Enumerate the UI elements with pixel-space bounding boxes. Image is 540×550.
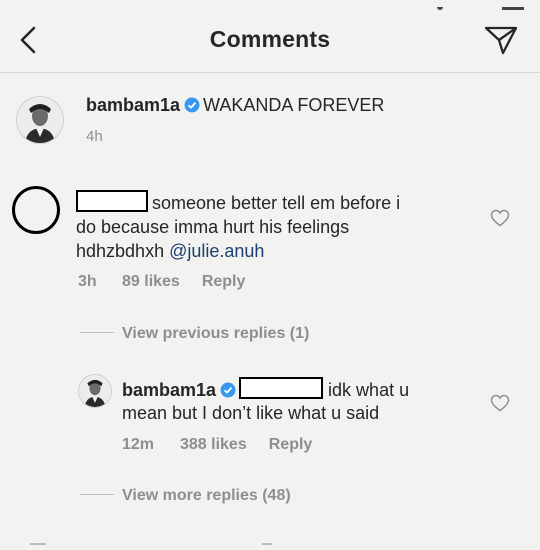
- reply-text-line2: mean but I don’t like what u said: [122, 403, 380, 423]
- view-more-replies[interactable]: View more replies (48): [80, 487, 291, 505]
- comment-likes[interactable]: 89 likes: [122, 273, 180, 291]
- comment-text-line3: hdhzbdhxh: [76, 241, 170, 261]
- comment-body: someone better tell em before i do becau…: [76, 190, 476, 263]
- verified-badge-icon: [220, 382, 236, 398]
- view-previous-replies[interactable]: View previous replies (1): [80, 325, 309, 343]
- post-caption: bambam1a WAKANDA FOREVER: [86, 94, 384, 116]
- reply-body: bambam1a idk what u mean but I don’t like…: [122, 377, 452, 425]
- reply-meta: 12m 388 likes Reply: [122, 436, 312, 454]
- mention-link[interactable]: @julie.anuh: [169, 241, 264, 261]
- comment-text-line1: someone better tell em before i: [152, 193, 401, 213]
- paper-plane-icon: [484, 26, 518, 55]
- share-button[interactable]: [484, 25, 518, 55]
- next-comment-peek: [0, 532, 540, 545]
- reply-likes[interactable]: 388 likes: [180, 436, 247, 454]
- reply-timestamp: 12m: [122, 436, 155, 453]
- commenter-avatar[interactable]: [12, 186, 60, 234]
- reply-reply-button[interactable]: Reply: [269, 436, 313, 454]
- view-more-replies-label: View more replies (48): [122, 487, 291, 504]
- reply-author-avatar[interactable]: [78, 374, 112, 408]
- page-title: Comments: [209, 26, 331, 52]
- comment-timestamp: 3h: [78, 273, 97, 290]
- like-comment-button[interactable]: [490, 209, 510, 227]
- post-username[interactable]: bambam1a: [86, 95, 180, 115]
- reply-username[interactable]: bambam1a: [122, 380, 216, 400]
- heart-icon: [490, 209, 510, 227]
- divider: [80, 494, 114, 495]
- reply-text-line1: idk what u: [328, 380, 410, 400]
- redacted-mention: [239, 377, 324, 399]
- comment-text-line2: do because imma hurt his feelings: [76, 217, 350, 237]
- like-reply-button[interactable]: [490, 394, 510, 412]
- comment-meta: 3h 89 likes Reply: [78, 273, 245, 291]
- header: Comments: [0, 0, 540, 73]
- comment-reply-button[interactable]: Reply: [202, 273, 246, 291]
- view-previous-replies-label: View previous replies (1): [122, 325, 310, 342]
- post-timestamp: 4h: [86, 128, 103, 145]
- verified-badge-icon: [184, 97, 200, 113]
- caption-text: WAKANDA FOREVER: [203, 95, 385, 115]
- heart-icon: [490, 394, 510, 412]
- redacted-username: [76, 190, 148, 212]
- divider: [80, 332, 114, 333]
- post-author-avatar[interactable]: [16, 96, 64, 144]
